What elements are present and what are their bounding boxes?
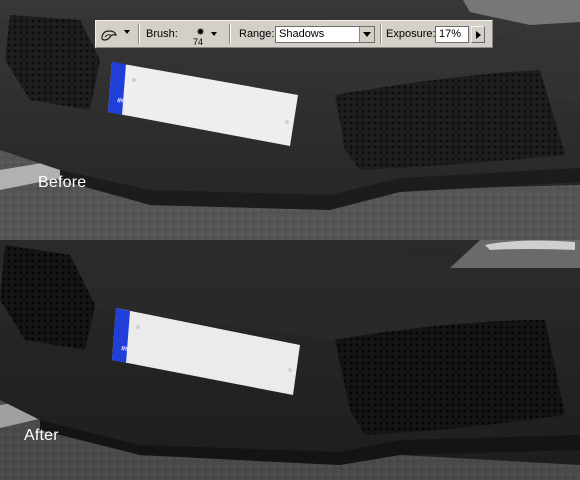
range-label: Range: bbox=[239, 28, 275, 40]
exposure-input[interactable]: 17% bbox=[435, 26, 469, 43]
chevron-right-icon bbox=[475, 30, 481, 39]
brush-size-value: 74 bbox=[193, 37, 204, 47]
chevron-down-icon bbox=[363, 32, 371, 37]
exposure-slider-button[interactable] bbox=[471, 26, 485, 43]
before-caption: Before bbox=[38, 174, 87, 191]
chevron-down-icon[interactable] bbox=[124, 30, 130, 34]
tool-preset-picker[interactable] bbox=[99, 25, 119, 45]
brush-label: Brush: bbox=[146, 28, 178, 40]
exposure-label: Exposure: bbox=[386, 28, 436, 40]
brush-dropdown-chevron-icon[interactable] bbox=[211, 32, 217, 36]
car-bumper-after-image: IRL bbox=[0, 240, 580, 480]
after-caption: After bbox=[24, 427, 59, 444]
burn-tool-icon bbox=[101, 30, 117, 41]
before-image-panel: IRL Before Brush: 74 Range: Shadows Expo… bbox=[0, 0, 580, 240]
brush-tip-icon bbox=[197, 28, 204, 35]
separator bbox=[229, 24, 231, 44]
brush-picker[interactable]: 74 bbox=[191, 24, 211, 47]
separator bbox=[138, 24, 140, 44]
burn-tool-options-bar: Brush: 74 Range: Shadows Exposure: 17% bbox=[95, 20, 493, 48]
range-dropdown-button[interactable] bbox=[359, 27, 374, 42]
range-select[interactable]: Shadows bbox=[275, 26, 375, 43]
separator bbox=[380, 24, 382, 44]
after-image-panel: IRL After bbox=[0, 240, 580, 480]
range-selected-value: Shadows bbox=[279, 28, 325, 40]
